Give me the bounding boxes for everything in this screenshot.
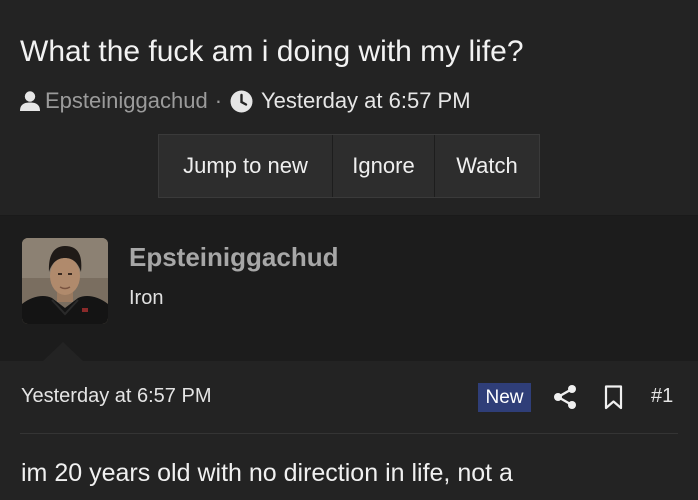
bookmark-icon[interactable] xyxy=(604,385,623,415)
avatar[interactable] xyxy=(22,238,108,324)
watch-button[interactable]: Watch xyxy=(435,135,539,197)
user-icon xyxy=(19,90,41,112)
clock-icon xyxy=(230,90,253,113)
post-divider xyxy=(20,433,678,434)
post-arrow xyxy=(43,342,83,361)
new-badge: New xyxy=(478,383,531,412)
thread-header: What the fuck am i doing with my life? E… xyxy=(0,0,698,216)
meta-separator: · xyxy=(214,88,223,113)
share-icon[interactable] xyxy=(553,384,577,415)
post-text: im 20 years old with no direction in lif… xyxy=(21,459,513,487)
user-title: Iron xyxy=(129,287,164,309)
thread-date-link[interactable]: Yesterday at 6:57 PM xyxy=(261,88,471,114)
post-number-link[interactable]: #1 xyxy=(651,385,673,408)
thread-meta: Epsteiniggachud · Yesterday at 6:57 PM xyxy=(19,86,471,116)
post-username[interactable]: Epsteiniggachud xyxy=(129,242,338,273)
ignore-button[interactable]: Ignore xyxy=(333,135,435,197)
post-body: Yesterday at 6:57 PM New #1 im 20 years … xyxy=(0,361,698,500)
jump-to-new-button[interactable]: Jump to new xyxy=(159,135,333,197)
thread-author-link[interactable]: Epsteiniggachud xyxy=(45,88,208,114)
thread-title: What the fuck am i doing with my life? xyxy=(20,35,524,68)
post-user-panel: Epsteiniggachud Iron xyxy=(0,216,698,361)
thread-action-buttons: Jump to new Ignore Watch xyxy=(158,134,540,198)
post-date-link[interactable]: Yesterday at 6:57 PM xyxy=(21,385,212,408)
